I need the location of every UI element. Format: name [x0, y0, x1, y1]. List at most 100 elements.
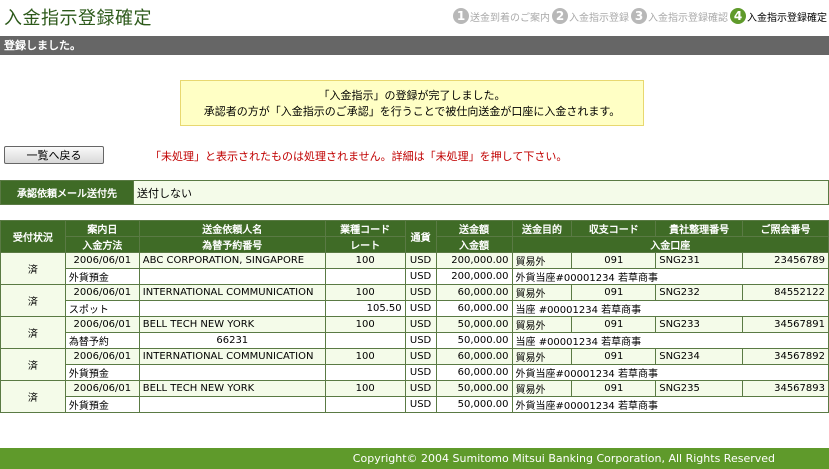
header-status: 受付状況 [0, 220, 66, 253]
account-cell: 外貨当座#00001234 若草商事 [511, 396, 829, 413]
currency-cell: USD [404, 284, 437, 301]
fx-no-cell [138, 268, 326, 285]
amount-cell: 50,000.00 [435, 316, 513, 333]
ref-no-cell: SNG235 [655, 380, 744, 397]
table-row: 済 2006/06/01 ABC CORPORATION, SINGAPORE … [0, 252, 829, 285]
header-amount: 送金額 [435, 220, 513, 237]
inquiry-no-cell: 34567891 [742, 316, 829, 333]
date-cell: 2006/06/01 [64, 252, 140, 269]
currency-cell: USD [404, 364, 437, 381]
header-sender: 送金依頼人名 [138, 220, 326, 237]
sender-cell: INTERNATIONAL COMMUNICATION [138, 348, 326, 365]
account-cell: 当座 #00001234 若草商事 [511, 332, 829, 349]
step-label: 送金到着のご案内 [470, 12, 550, 24]
deposit-amount-cell: 60,000.00 [435, 364, 513, 381]
warning-text: 「未処理」と表示されたものは処理されません。詳細は「未処理」を押して下さい。 [150, 150, 568, 163]
header-currency: 通貨 [404, 220, 437, 253]
deposit-amount-cell: 50,000.00 [435, 396, 513, 413]
amount-cell: 50,000.00 [435, 380, 513, 397]
date-cell: 2006/06/01 [64, 348, 140, 365]
step-label: 入金指示登録 [569, 12, 629, 24]
table-row: 外貨預金 USD 200,000.00 外貨当座#00001234 若草商事 [1, 268, 829, 285]
currency-cell: USD [404, 268, 437, 285]
table-row: 外貨預金 USD 60,000.00 外貨当座#00001234 若草商事 [1, 364, 829, 381]
currency-cell: USD [404, 316, 437, 333]
ref-no-cell: SNG233 [655, 316, 744, 333]
header-rate: レート [324, 236, 406, 253]
back-to-list-button[interactable]: 一覧へ戻る [4, 146, 104, 164]
progress-steps: 1 送金到着のご案内 2 入金指示登録 3 入金指示登録確認 4 入金指示登録確… [451, 8, 827, 24]
biz-code-cell: 100 [324, 380, 406, 397]
deposit-amount-cell: 200,000.00 [435, 268, 513, 285]
message-line-1: 「入金指示」の登録が完了しました。 [318, 89, 506, 102]
message-line-2: 承認者の方が「入金指示のご承認」を行うことで被仕向送金が口座に入金されます。 [203, 105, 621, 118]
balance-code-cell: 091 [571, 284, 657, 301]
deposit-amount-cell: 60,000.00 [435, 300, 513, 317]
method-cell: 外貨預金 [64, 268, 140, 285]
biz-code-cell: 100 [324, 316, 406, 333]
header-deposit-amount: 入金額 [435, 236, 513, 253]
status-cell: 済 [0, 284, 66, 317]
sender-cell: ABC CORPORATION, SINGAPORE [138, 252, 326, 269]
sender-cell: BELL TECH NEW YORK [138, 316, 326, 333]
amount-cell: 60,000.00 [435, 348, 513, 365]
balance-code-cell: 091 [571, 316, 657, 333]
amount-cell: 200,000.00 [435, 252, 513, 269]
table-row: 済 2006/06/01 BELL TECH NEW YORK 100 USD … [0, 316, 829, 349]
table-row: 済 2006/06/01 INTERNATIONAL COMMUNICATION… [0, 348, 829, 381]
rate-cell [324, 364, 406, 381]
method-cell: 為替予約 [64, 332, 140, 349]
step-1: 1 送金到着のご案内 [453, 8, 550, 24]
status-bar: 登録しました。 [0, 36, 829, 55]
currency-cell: USD [404, 300, 437, 317]
status-cell: 済 [0, 252, 66, 285]
sender-cell: INTERNATIONAL COMMUNICATION [138, 284, 326, 301]
step-4-current: 4 入金指示登録確定 [730, 8, 827, 24]
completion-message-box: 「入金指示」の登録が完了しました。 承認者の方が「入金指示のご承認」を行うことで… [180, 80, 644, 126]
step-number: 4 [730, 8, 746, 24]
header-fx-no: 為替予約番号 [138, 236, 326, 253]
status-message: 登録しました。 [4, 39, 81, 52]
inquiry-no-cell: 34567892 [742, 348, 829, 365]
rate-cell: 105.50 [324, 300, 406, 317]
account-cell: 当座 #00001234 若草商事 [511, 300, 829, 317]
header-biz-code: 業種コード [324, 220, 406, 237]
step-label: 入金指示登録確認 [648, 12, 728, 24]
header-date: 案内日 [64, 220, 140, 237]
header-method: 入金方法 [64, 236, 140, 253]
mail-label: 承認依頼メール送付先 [0, 180, 134, 205]
currency-cell: USD [404, 380, 437, 397]
currency-cell: USD [404, 332, 437, 349]
date-cell: 2006/06/01 [64, 284, 140, 301]
step-2: 2 入金指示登録 [552, 8, 629, 24]
instruction-table: 受付状況 案内日 送金依頼人名 業種コード 通貨 送金額 送金目的 収支コード … [0, 220, 829, 413]
status-cell: 済 [0, 316, 66, 349]
balance-code-cell: 091 [571, 380, 657, 397]
amount-cell: 60,000.00 [435, 284, 513, 301]
header-inquiry-no: ご照会番号 [742, 220, 829, 237]
step-3: 3 入金指示登録確認 [631, 8, 728, 24]
method-cell: スポット [64, 300, 140, 317]
header-ref-no: 貴社整理番号 [655, 220, 744, 237]
sender-cell: BELL TECH NEW YORK [138, 380, 326, 397]
step-number: 2 [552, 8, 568, 24]
account-cell: 外貨当座#00001234 若草商事 [511, 364, 829, 381]
currency-cell: USD [404, 252, 437, 269]
fx-no-cell [138, 300, 326, 317]
header-balance-code: 収支コード [571, 220, 657, 237]
biz-code-cell: 100 [324, 252, 406, 269]
purpose-cell: 貿易外 [511, 348, 573, 365]
step-label: 入金指示登録確定 [747, 12, 827, 24]
method-cell: 外貨預金 [64, 364, 140, 381]
approval-mail-table: 承認依頼メール送付先 送付しない [0, 180, 829, 205]
header-purpose: 送金目的 [511, 220, 573, 237]
fx-no-cell [138, 364, 326, 381]
date-cell: 2006/06/01 [64, 316, 140, 333]
rate-cell [324, 396, 406, 413]
inquiry-no-cell: 23456789 [742, 252, 829, 269]
rate-cell [324, 268, 406, 285]
currency-cell: USD [404, 396, 437, 413]
ref-no-cell: SNG234 [655, 348, 744, 365]
header-account: 入金口座 [511, 236, 829, 253]
purpose-cell: 貿易外 [511, 316, 573, 333]
